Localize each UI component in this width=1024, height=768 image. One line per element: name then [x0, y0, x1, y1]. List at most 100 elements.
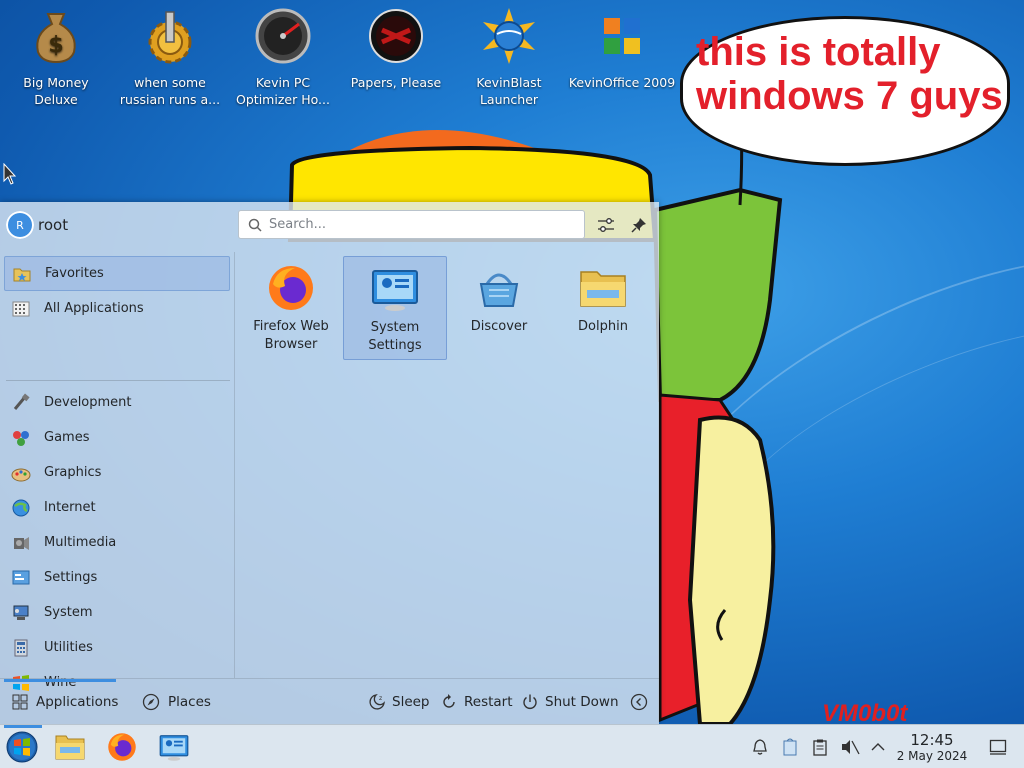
clock-time: 12:45: [910, 731, 954, 749]
desktop-icon-kevinoffice[interactable]: KevinOffice 2009: [566, 8, 678, 91]
bell-icon: [753, 739, 767, 755]
compass-icon: [142, 693, 160, 711]
mouse-cursor-icon: [3, 163, 17, 185]
sleep-label: Sleep: [392, 694, 430, 710]
category-label: Internet: [44, 500, 96, 515]
dolphin-folder-icon: [579, 264, 627, 312]
category-label: All Applications: [44, 301, 144, 316]
globe-icon: [481, 8, 537, 64]
internet-globe-icon: [10, 497, 32, 519]
taskbar: 12:45 2 May 2024: [0, 724, 1024, 768]
firefox-icon: [108, 733, 136, 761]
start-button[interactable]: [4, 729, 40, 765]
category-label: Graphics: [44, 465, 102, 480]
pin-icon: [631, 218, 646, 233]
svg-text:z: z: [379, 695, 382, 702]
favorite-dolphin[interactable]: Dolphin: [551, 256, 655, 360]
windows-orb-icon: [6, 731, 38, 763]
favorite-firefox[interactable]: Firefox Web Browser: [239, 256, 343, 360]
shutdown-button[interactable]: Shut Down: [521, 691, 619, 713]
chevron-up-icon: [871, 743, 885, 751]
category-label: Games: [44, 430, 90, 445]
shutdown-label: Shut Down: [545, 694, 619, 710]
grid-icon: [12, 694, 28, 710]
application-launcher-menu: R root Search... Favorites All Applicati…: [0, 202, 659, 724]
svg-text:$: $: [48, 33, 63, 58]
category-games[interactable]: Games: [4, 420, 230, 455]
desktop-icon-label: Big Money Deluxe: [23, 75, 89, 107]
category-all-applications[interactable]: All Applications: [4, 291, 230, 326]
desktop-icon-label: KevinOffice 2009: [568, 75, 676, 90]
show-desktop-icon: [989, 739, 1007, 755]
money-bag-icon: $: [28, 8, 84, 64]
category-label: Development: [44, 395, 132, 410]
desktop-icon-russian[interactable]: when some russian runs a...: [114, 8, 226, 108]
folder-icon: [55, 735, 85, 760]
speech-bubble-text: this is totally windows 7 guys: [696, 30, 1003, 118]
grid-list-icon: [10, 298, 32, 320]
category-label: System: [44, 605, 93, 620]
gear-icon: [142, 8, 198, 64]
category-system[interactable]: System: [4, 595, 230, 630]
desktop-icon-label: KevinBlast Launcher: [476, 75, 542, 107]
taskbar-dolphin[interactable]: [52, 729, 88, 765]
category-settings[interactable]: Settings: [4, 560, 230, 595]
emblem-icon: [368, 8, 424, 64]
restart-icon: [440, 693, 458, 711]
category-development[interactable]: Development: [4, 385, 230, 420]
category-label: Favorites: [45, 266, 104, 281]
clipboard-icon: [813, 739, 827, 756]
category-label: Settings: [44, 570, 98, 585]
power-icon: [521, 693, 539, 711]
tab-applications[interactable]: Applications: [4, 679, 119, 725]
avatar[interactable]: R: [6, 211, 34, 239]
menu-footer: Applications Places z Sleep Restart Shut…: [0, 678, 659, 725]
watermark: VM0b0t: [822, 700, 908, 724]
tab-places[interactable]: Places: [142, 679, 211, 725]
favorite-discover[interactable]: Discover: [447, 256, 551, 360]
sleep-button[interactable]: z Sleep: [368, 691, 430, 713]
category-favorites[interactable]: Favorites: [4, 256, 230, 291]
category-graphics[interactable]: Graphics: [4, 455, 230, 490]
settings-panel-icon: [10, 567, 32, 589]
more-button[interactable]: [630, 691, 654, 713]
category-multimedia[interactable]: Multimedia: [4, 525, 230, 560]
desktop-icon-big-money-deluxe[interactable]: $ Big Money Deluxe: [0, 8, 112, 108]
favorite-system-settings[interactable]: System Settings: [343, 256, 447, 360]
category-utilities[interactable]: Utilities: [4, 630, 230, 665]
menu-header: R root Search...: [0, 202, 659, 248]
desktop-icon-papers-please[interactable]: Papers, Please: [340, 8, 452, 91]
update-bag-icon: [783, 738, 797, 756]
speedometer-icon: [255, 8, 311, 64]
desktop-icon-label: Papers, Please: [350, 75, 442, 90]
desktop-icon-kevinblast[interactable]: KevinBlast Launcher: [453, 8, 565, 108]
pin-button[interactable]: [626, 212, 652, 238]
favorite-label: Discover: [470, 319, 528, 334]
office-logo-icon: [594, 8, 650, 64]
desktop-icon-kevin-pc-optimizer[interactable]: Kevin PC Optimizer Ho...: [227, 8, 339, 108]
desktop-icon-label: Kevin PC Optimizer Ho...: [236, 75, 330, 107]
discover-basket-icon: [475, 264, 523, 312]
volume-muted-icon: [842, 740, 860, 755]
category-label: Utilities: [44, 640, 93, 655]
username: root: [38, 216, 69, 234]
show-desktop-button[interactable]: [980, 729, 1016, 765]
sleep-icon: z: [368, 693, 386, 711]
games-icon: [10, 427, 32, 449]
taskbar-firefox[interactable]: [104, 729, 140, 765]
graphics-icon: [10, 462, 32, 484]
search-input[interactable]: Search...: [238, 210, 585, 239]
category-list: Favorites All Applications Development G…: [0, 252, 235, 691]
restart-button[interactable]: Restart: [440, 691, 513, 713]
tab-label: Places: [168, 694, 211, 710]
system-icon: [10, 602, 32, 624]
tray-expand-button[interactable]: [860, 729, 896, 765]
taskbar-system-settings[interactable]: [156, 729, 192, 765]
tab-label: Applications: [36, 694, 119, 710]
configure-button[interactable]: [593, 212, 619, 238]
category-internet[interactable]: Internet: [4, 490, 230, 525]
clock[interactable]: 12:45 2 May 2024: [892, 732, 972, 764]
search-placeholder: Search...: [269, 217, 327, 232]
favorite-label: Firefox Web Browser: [253, 319, 329, 352]
favorite-label: System Settings: [368, 320, 422, 353]
